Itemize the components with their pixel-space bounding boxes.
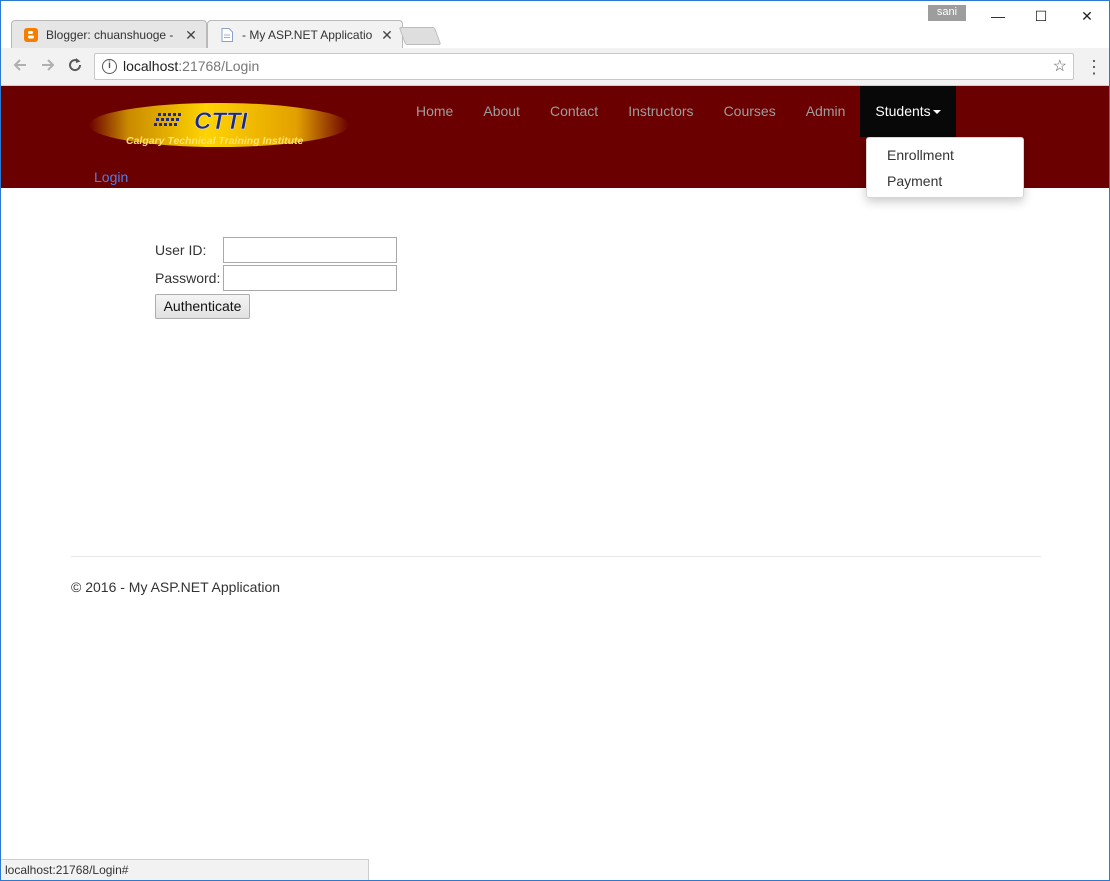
address-url: localhost:21768/Login — [123, 54, 259, 79]
nav-courses[interactable]: Courses — [709, 86, 791, 137]
nav-contact[interactable]: Contact — [535, 86, 613, 137]
nav-students-label: Students — [875, 103, 931, 119]
close-tab-icon[interactable]: ✕ — [380, 27, 394, 44]
new-tab-button[interactable] — [398, 27, 442, 45]
login-link[interactable]: Login — [94, 169, 128, 185]
menu-item-enrollment[interactable]: Enrollment — [867, 144, 1023, 170]
tab-title: - My ASP.NET Applicatio — [242, 27, 373, 42]
browser-toolbar: i localhost:21768/Login ☆ ⋮ — [1, 48, 1109, 86]
password-label: Password: — [155, 270, 221, 286]
nav-about[interactable]: About — [468, 86, 535, 137]
back-arrow-icon[interactable] — [9, 56, 31, 78]
browser-window: Blogger: chuanshuoge - ✕ - My ASP.NET Ap… — [0, 0, 1110, 881]
nav-home[interactable]: Home — [401, 86, 468, 137]
nav-instructors[interactable]: Instructors — [613, 86, 708, 137]
close-window-icon[interactable]: ✕ — [1072, 5, 1102, 27]
user-id-field[interactable] — [223, 237, 397, 263]
tab-title: Blogger: chuanshuoge - — [46, 27, 174, 42]
students-dropdown-menu: Enrollment Payment — [866, 137, 1024, 198]
menu-dots-icon[interactable]: ⋮ — [1085, 56, 1103, 78]
forward-arrow-icon[interactable] — [37, 56, 59, 78]
profile-badge[interactable]: sani — [928, 5, 966, 21]
tab-blogger[interactable]: Blogger: chuanshuoge - ✕ — [11, 20, 207, 48]
tab-strip: Blogger: chuanshuoge - ✕ - My ASP.NET Ap… — [1, 1, 1109, 48]
close-tab-icon[interactable]: ✕ — [184, 27, 198, 44]
status-bar: localhost:21768/Login# — [1, 859, 369, 880]
footer-text: © 2016 - My ASP.NET Application — [71, 579, 281, 595]
url-path: :21768/Login — [178, 58, 260, 74]
menu-item-payment[interactable]: Payment — [867, 170, 1023, 196]
footer-divider — [71, 556, 1041, 557]
logo-text: CTTI — [194, 108, 249, 135]
reload-icon[interactable] — [64, 56, 86, 78]
logo-subtitle: Calgary Technical Training Institute — [126, 135, 304, 147]
nav-admin[interactable]: Admin — [791, 86, 861, 137]
address-bar[interactable]: i localhost:21768/Login ☆ — [94, 53, 1074, 80]
ctti-logo[interactable]: CTTI Calgary Technical Training Institut… — [88, 99, 350, 151]
blogger-icon — [24, 27, 38, 42]
minimize-icon[interactable]: — — [983, 5, 1013, 27]
bookmark-star-icon[interactable]: ☆ — [1053, 54, 1067, 79]
caret-down-icon — [932, 110, 941, 115]
tab-my-aspnet-app[interactable]: - My ASP.NET Applicatio ✕ — [207, 20, 403, 48]
url-host: localhost — [123, 58, 179, 74]
page-icon — [220, 27, 234, 42]
maximize-icon[interactable]: ☐ — [1026, 5, 1056, 27]
nav-students-dropdown[interactable]: Students — [860, 86, 956, 137]
user-id-label: User ID: — [155, 242, 207, 258]
password-field[interactable] — [223, 265, 397, 291]
info-icon[interactable]: i — [102, 59, 117, 74]
main-nav: Home About Contact Instructors Courses A… — [401, 86, 956, 137]
authenticate-button[interactable]: Authenticate — [155, 294, 250, 319]
